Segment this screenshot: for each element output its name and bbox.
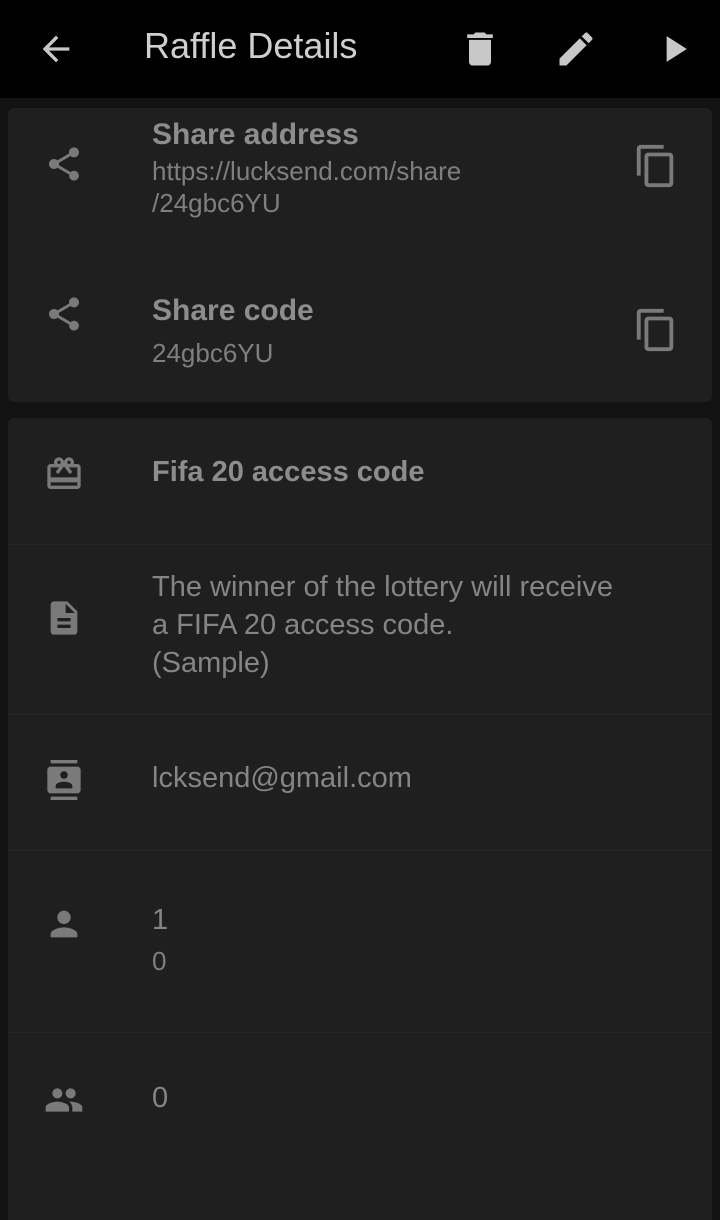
document-icon [44, 598, 84, 638]
person-icon [44, 904, 84, 944]
winners-count: 1 [152, 904, 169, 936]
gift-card-icon [44, 454, 84, 494]
description-line-3: (Sample) [152, 647, 270, 679]
share-code-label: Share code [152, 294, 314, 327]
contact-icon [44, 760, 84, 800]
share-icon [44, 144, 84, 184]
start-button[interactable] [650, 25, 698, 73]
copy-icon [636, 144, 674, 188]
edit-button[interactable] [552, 25, 600, 73]
play-icon [666, 36, 687, 62]
share-card: Share address https://lucksend.com/share… [8, 108, 712, 402]
description-line-1: The winner of the lottery will receive [152, 571, 613, 603]
app-bar: Raffle Details [0, 0, 720, 98]
copy-code-button[interactable] [632, 304, 680, 356]
description-line-2: a FIFA 20 access code. [152, 609, 454, 641]
copy-address-button[interactable] [632, 140, 680, 192]
winners-sub-count: 0 [152, 946, 167, 976]
pencil-icon [559, 32, 593, 66]
back-button[interactable] [32, 25, 80, 73]
share-address-label: Share address [152, 118, 359, 151]
raffle-title: Fifa 20 access code [152, 456, 425, 488]
share-icon [44, 294, 84, 334]
participants-count: 0 [152, 1082, 169, 1114]
divider [8, 850, 712, 851]
divider [8, 1032, 712, 1033]
copy-icon [636, 308, 674, 352]
share-address-line1: https://lucksend.com/share [152, 156, 462, 186]
share-address-line2: /24gbc6YU [152, 188, 281, 218]
divider [8, 544, 712, 545]
details-card: Fifa 20 access code The winner of the lo… [8, 418, 712, 1220]
divider [8, 714, 712, 715]
share-code-value: 24gbc6YU [152, 338, 274, 368]
delete-button[interactable] [456, 25, 504, 73]
contact-email: lcksend@gmail.com [152, 762, 412, 794]
arrow-back-icon [42, 35, 70, 63]
trash-icon [467, 32, 493, 66]
people-icon [44, 1080, 84, 1120]
page-title: Raffle Details [144, 25, 358, 66]
